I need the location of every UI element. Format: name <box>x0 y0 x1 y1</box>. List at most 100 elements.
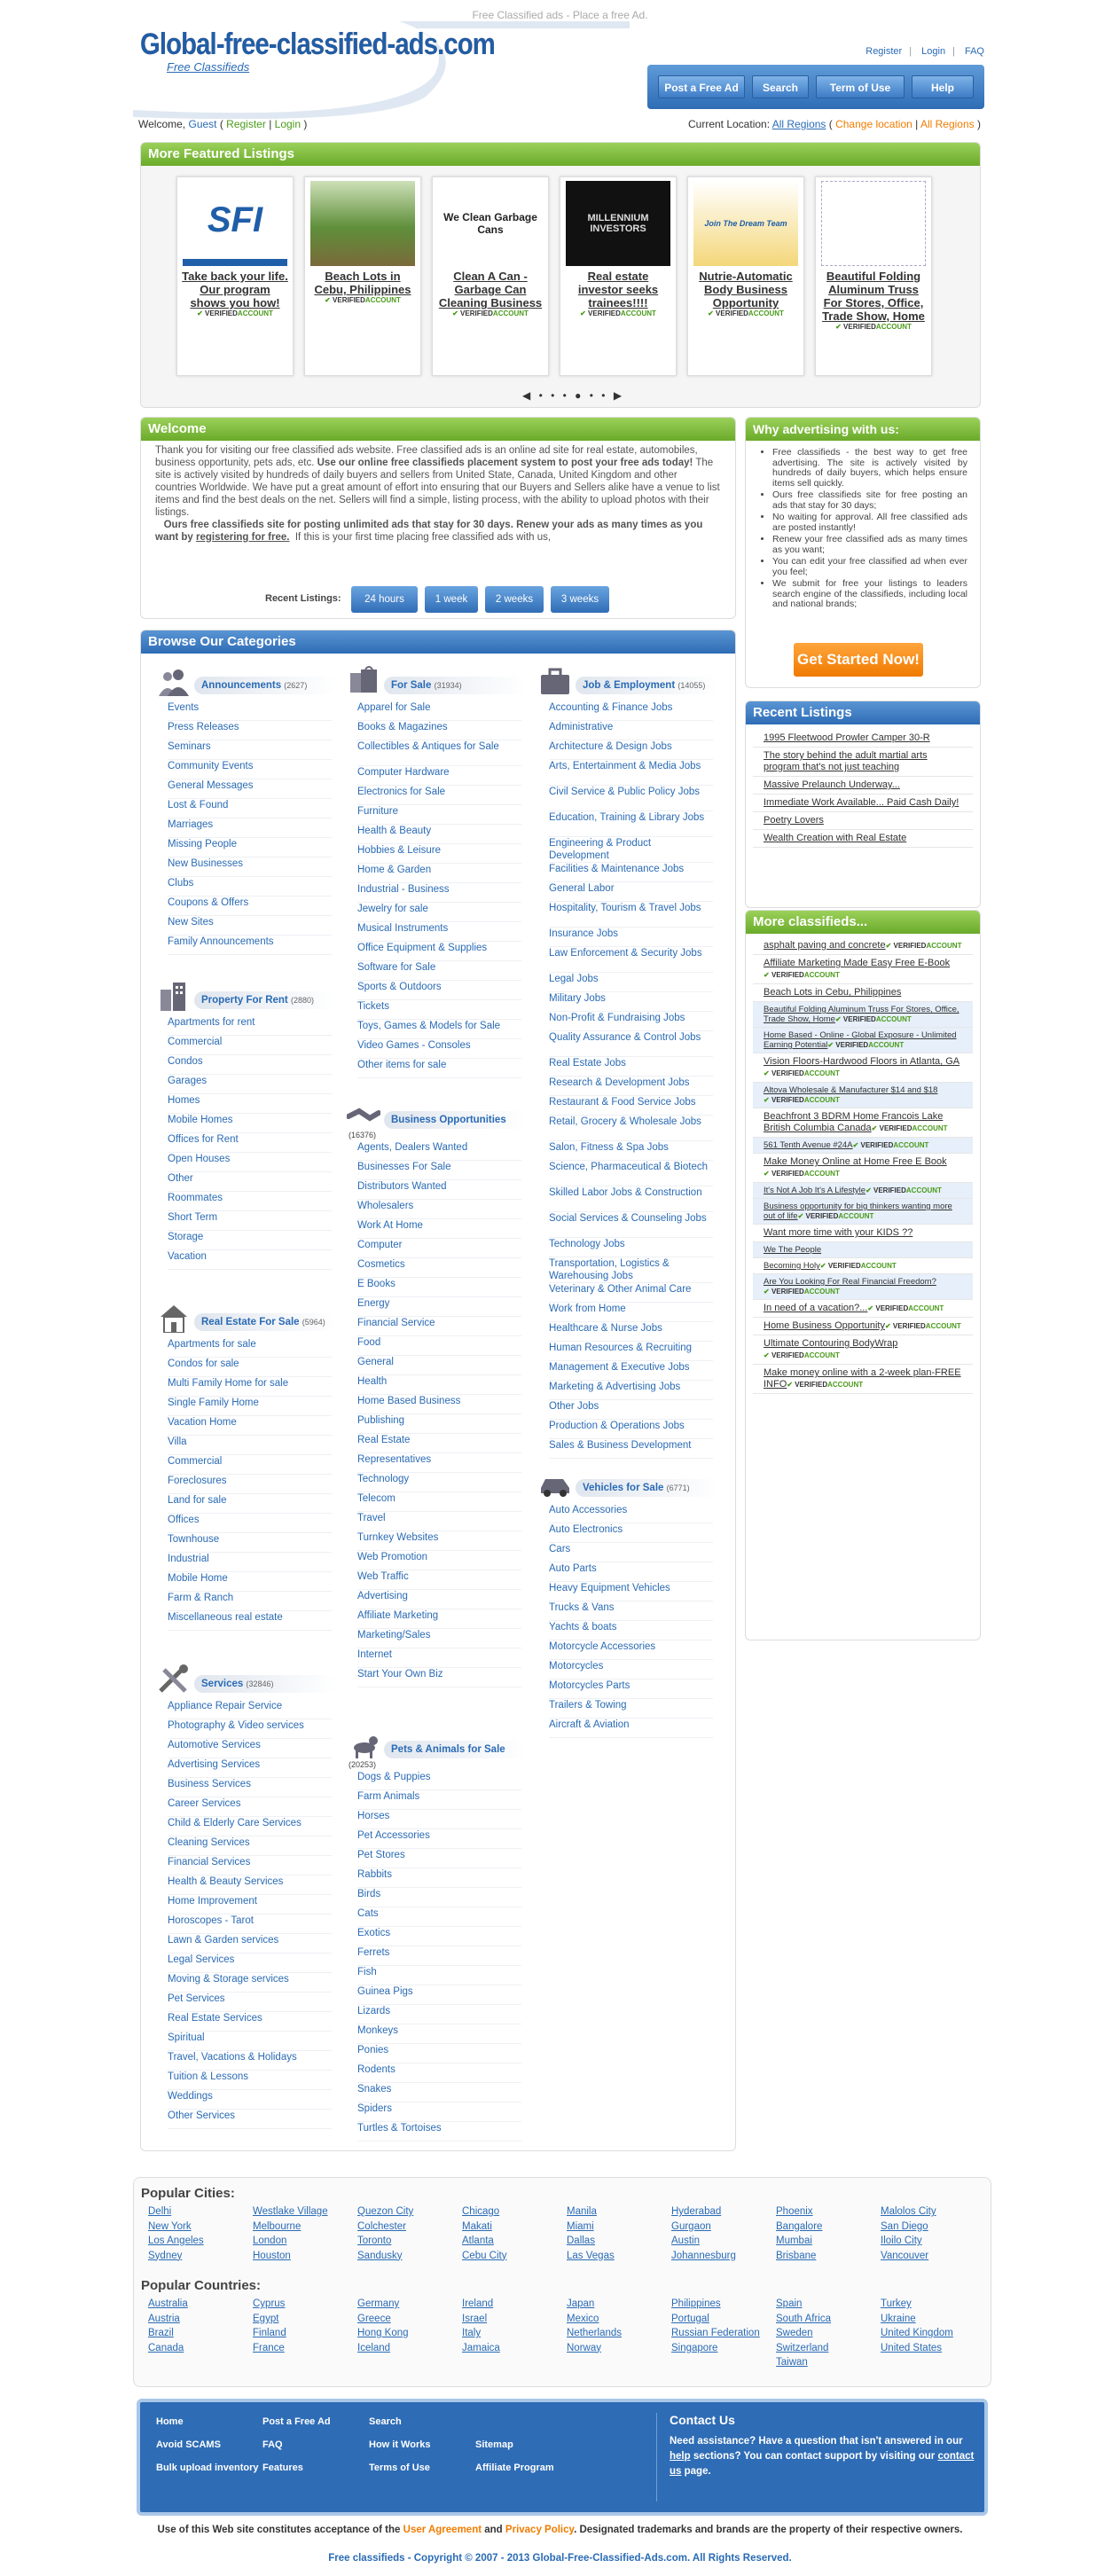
location-link[interactable]: Houston <box>253 2249 328 2264</box>
location-link[interactable]: Malolos City <box>881 2204 936 2220</box>
location-link[interactable]: South Africa <box>776 2312 831 2327</box>
category-title[interactable]: Services (32846) <box>194 1675 336 1693</box>
category-title[interactable]: Property For Rent (2880) <box>194 991 336 1009</box>
location-link[interactable]: Sweden <box>776 2326 831 2341</box>
recent-listing-link[interactable]: 1995 Fleetwood Prowler Camper 30-R <box>753 730 973 748</box>
register-free-link[interactable]: registering for free. <box>196 532 289 543</box>
location-link[interactable]: Japan <box>567 2297 622 2312</box>
classified-link[interactable]: Make Money Online at Home Free E Book ✔ … <box>753 1154 973 1183</box>
featured-card[interactable]: SFI Take back your life. Our program show… <box>176 176 294 376</box>
subcategory-link[interactable]: Yachts & boats <box>549 1621 713 1640</box>
subcategory-link[interactable]: Vacation Home <box>168 1416 332 1436</box>
subcategory-link[interactable]: Travel, Vacations & Holidays <box>168 2051 332 2071</box>
subcategory-link[interactable]: Vacation <box>168 1250 332 1270</box>
location-link[interactable]: Austria <box>148 2312 188 2327</box>
subcategory-link[interactable]: Science, Pharmaceutical & Biotech <box>549 1161 713 1186</box>
subcategory-link[interactable]: Offices <box>168 1514 332 1533</box>
footer-link[interactable]: Terms of Use <box>369 2462 430 2473</box>
location-link[interactable]: Russian Federation <box>671 2326 760 2341</box>
location-value[interactable]: All Regions <box>772 118 826 130</box>
location-link[interactable]: Vancouver <box>881 2249 936 2264</box>
subcategory-link[interactable]: Jewelry for sale <box>357 903 521 922</box>
change-location-link[interactable]: Change location <box>835 118 912 130</box>
featured-card[interactable]: We Clean Garbage Cans Clean A Can - Garba… <box>432 176 549 376</box>
classified-link[interactable]: Are You Looking For Real Financial Freed… <box>753 1274 973 1300</box>
subcategory-link[interactable]: Farm & Ranch <box>168 1592 332 1611</box>
subcategory-link[interactable]: Community Events <box>168 760 332 779</box>
location-link[interactable]: Chicago <box>462 2204 507 2220</box>
location-link[interactable]: Philippines <box>671 2297 760 2312</box>
subcategory-link[interactable]: Seminars <box>168 740 332 760</box>
subcategory-link[interactable]: Clubs <box>168 877 332 897</box>
subcategory-link[interactable]: Missing People <box>168 838 332 857</box>
subcategory-link[interactable]: Storage <box>168 1231 332 1250</box>
subcategory-link[interactable]: Real Estate <box>357 1434 521 1453</box>
subcategory-link[interactable]: Motorcycles Parts <box>549 1679 713 1699</box>
category-title[interactable]: Job & Employment (14055) <box>576 677 717 694</box>
subcategory-link[interactable]: Industrial <box>168 1553 332 1572</box>
subcategory-link[interactable]: Administrative <box>549 721 713 740</box>
subcategory-link[interactable]: Lizards <box>357 2005 521 2024</box>
subcategory-link[interactable]: Fish <box>357 1966 521 1985</box>
subcategory-link[interactable]: Spiders <box>357 2102 521 2122</box>
nav-terms[interactable]: Term of Use <box>816 75 905 98</box>
classified-title[interactable]: Are You Looking For Real Financial Freed… <box>764 1277 936 1287</box>
subcategory-link[interactable]: Spiritual <box>168 2032 332 2051</box>
subcategory-link[interactable]: Health & Beauty Services <box>168 1875 332 1895</box>
subcategory-link[interactable]: Dogs & Puppies <box>357 1771 521 1790</box>
subcategory-link[interactable]: Lost & Found <box>168 799 332 818</box>
classified-title[interactable]: We The People <box>764 1245 821 1255</box>
subcategory-link[interactable]: Miscellaneous real estate <box>168 1611 332 1631</box>
subcategory-link[interactable]: Tickets <box>357 1000 521 1020</box>
subcategory-link[interactable]: Trucks & Vans <box>549 1601 713 1621</box>
login-link[interactable]: Login <box>921 46 945 57</box>
footer-link[interactable]: Avoid SCAMS <box>156 2439 221 2450</box>
subcategory-link[interactable]: Books & Magazines <box>357 721 521 740</box>
classified-title[interactable]: In need of a vacation?... <box>764 1303 867 1313</box>
subcategory-link[interactable]: Pet Stores <box>357 1849 521 1868</box>
welcome-register-link[interactable]: Register <box>226 118 266 130</box>
subcategory-link[interactable]: Ferrets <box>357 1946 521 1966</box>
subcategory-link[interactable]: Wholesalers <box>357 1200 521 1219</box>
subcategory-link[interactable]: Foreclosures <box>168 1475 332 1494</box>
location-link[interactable]: Greece <box>357 2312 409 2327</box>
nav-help[interactable]: Help <box>912 75 974 98</box>
subcategory-link[interactable]: Transportation, Logistics & Warehousing … <box>549 1257 713 1283</box>
classified-link[interactable]: Beautiful Folding Aluminum Truss For Sto… <box>753 1002 973 1028</box>
subcategory-link[interactable]: Computer <box>357 1239 521 1258</box>
subcategory-link[interactable]: Family Announcements <box>168 936 332 955</box>
classified-title[interactable]: Affiliate Marketing Made Easy Free E-Boo… <box>764 958 950 968</box>
classified-title[interactable]: Vision Floors-Hardwood Floors in Atlanta… <box>764 1056 959 1067</box>
subcategory-link[interactable]: Retail, Grocery & Wholesale Jobs <box>549 1116 713 1141</box>
get-started-button[interactable]: Get Started Now! <box>794 643 923 677</box>
featured-title-link[interactable]: Beach Lots in Cebu, Philippines <box>309 270 417 296</box>
featured-card[interactable]: Join The Dream Team Nutrie-Automatic Body… <box>687 176 804 376</box>
subcategory-link[interactable]: Cats <box>357 1907 521 1927</box>
subcategory-link[interactable]: Career Services <box>168 1797 332 1817</box>
subcategory-link[interactable]: Musical Instruments <box>357 922 521 942</box>
location-link[interactable]: London <box>253 2234 328 2249</box>
subcategory-link[interactable]: Law Enforcement & Security Jobs <box>549 947 713 973</box>
featured-image[interactable] <box>310 181 415 266</box>
subcategory-link[interactable]: Distributors Wanted <box>357 1180 521 1200</box>
classified-link[interactable]: We The People <box>753 1242 973 1258</box>
classified-link[interactable]: Home Business Opportunity ✔ VERIFIEDACCO… <box>753 1318 973 1335</box>
location-link[interactable]: Netherlands <box>567 2326 622 2341</box>
subcategory-link[interactable]: Exotics <box>357 1927 521 1946</box>
featured-image[interactable] <box>821 181 926 266</box>
location-link[interactable]: Delhi <box>148 2204 204 2220</box>
location-link[interactable]: United Kingdom <box>881 2326 953 2341</box>
subcategory-link[interactable]: Toys, Games & Models for Sale <box>357 1020 521 1039</box>
featured-image[interactable]: SFI <box>183 181 287 266</box>
subcategory-link[interactable]: Rodents <box>357 2063 521 2083</box>
subcategory-link[interactable]: Marriages <box>168 818 332 838</box>
subcategory-link[interactable]: Press Releases <box>168 721 332 740</box>
subcategory-link[interactable]: Financial Service <box>357 1317 521 1336</box>
subcategory-link[interactable]: Health <box>357 1375 521 1395</box>
location-link[interactable]: United States <box>881 2341 953 2356</box>
subcategory-link[interactable]: Motorcycle Accessories <box>549 1640 713 1660</box>
subcategory-link[interactable]: Coupons & Offers <box>168 897 332 916</box>
location-link[interactable]: Bangalore <box>776 2220 822 2235</box>
subcategory-link[interactable]: Human Resources & Recruiting <box>549 1342 713 1361</box>
location-link[interactable]: Makati <box>462 2220 507 2235</box>
